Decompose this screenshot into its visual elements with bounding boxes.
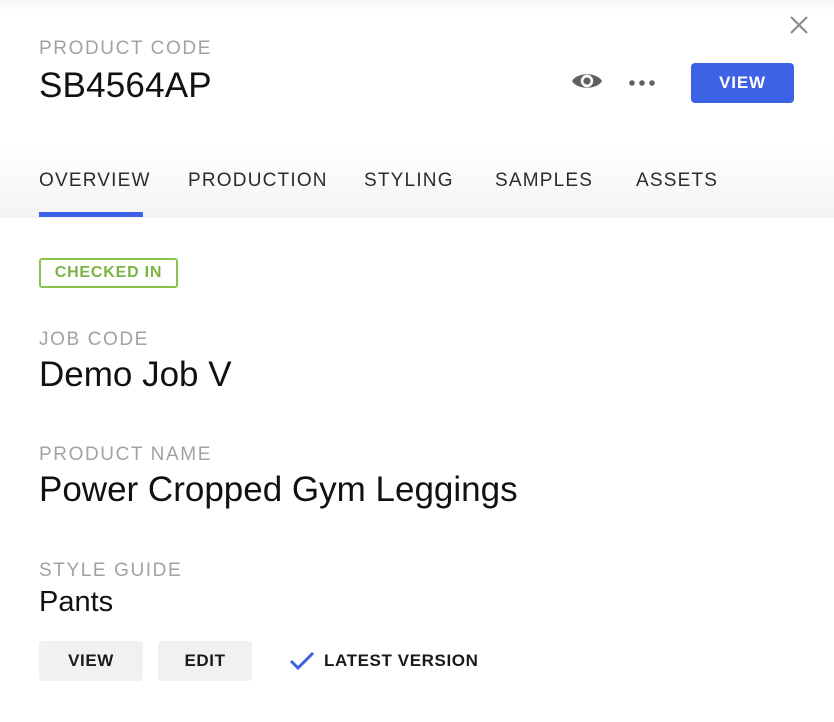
top-shadow bbox=[0, 0, 834, 12]
check-icon bbox=[289, 651, 315, 671]
more-options-button[interactable] bbox=[623, 64, 661, 102]
style-guide-field: STYLE GUIDE Pants bbox=[39, 560, 182, 619]
style-guide-view-button[interactable]: VIEW bbox=[39, 641, 143, 681]
tab-bar: OVERVIEW PRODUCTION STYLING SAMPLES ASSE… bbox=[0, 140, 834, 218]
close-button[interactable] bbox=[786, 14, 812, 40]
tab-samples[interactable]: SAMPLES bbox=[495, 170, 593, 192]
style-guide-actions: VIEW EDIT LATEST VERSION bbox=[39, 641, 479, 681]
product-name-value: Power Cropped Gym Leggings bbox=[39, 470, 518, 509]
product-header: PRODUCT CODE SB4564AP bbox=[39, 38, 212, 106]
latest-version-indicator: LATEST VERSION bbox=[289, 651, 479, 671]
product-code-caption: PRODUCT CODE bbox=[39, 38, 212, 59]
product-detail-panel: PRODUCT CODE SB4564AP VIEW OVERVIEW PROD… bbox=[0, 0, 834, 722]
view-button[interactable]: VIEW bbox=[691, 63, 794, 103]
tab-overview[interactable]: OVERVIEW bbox=[39, 170, 151, 192]
eye-icon bbox=[571, 70, 603, 97]
active-tab-indicator bbox=[39, 212, 143, 217]
style-guide-value: Pants bbox=[39, 586, 114, 618]
more-horizontal-icon bbox=[628, 74, 656, 92]
close-icon bbox=[789, 15, 809, 40]
status-badge: CHECKED IN bbox=[39, 258, 178, 288]
job-code-label: JOB CODE bbox=[39, 329, 149, 350]
header-actions: VIEW bbox=[568, 63, 794, 103]
tab-assets[interactable]: ASSETS bbox=[636, 170, 718, 192]
product-name-label: PRODUCT NAME bbox=[39, 444, 212, 465]
product-code: SB4564AP bbox=[39, 66, 212, 105]
style-guide-edit-button[interactable]: EDIT bbox=[158, 641, 252, 681]
tab-styling[interactable]: STYLING bbox=[364, 170, 454, 192]
latest-version-label: LATEST VERSION bbox=[324, 651, 479, 670]
tab-production[interactable]: PRODUCTION bbox=[188, 170, 328, 192]
preview-button[interactable] bbox=[568, 64, 606, 102]
product-name-field: PRODUCT NAME Power Cropped Gym Leggings bbox=[39, 444, 518, 510]
job-code-field: JOB CODE Demo Job V bbox=[39, 329, 232, 395]
job-code-value: Demo Job V bbox=[39, 355, 232, 394]
style-guide-label: STYLE GUIDE bbox=[39, 560, 183, 581]
